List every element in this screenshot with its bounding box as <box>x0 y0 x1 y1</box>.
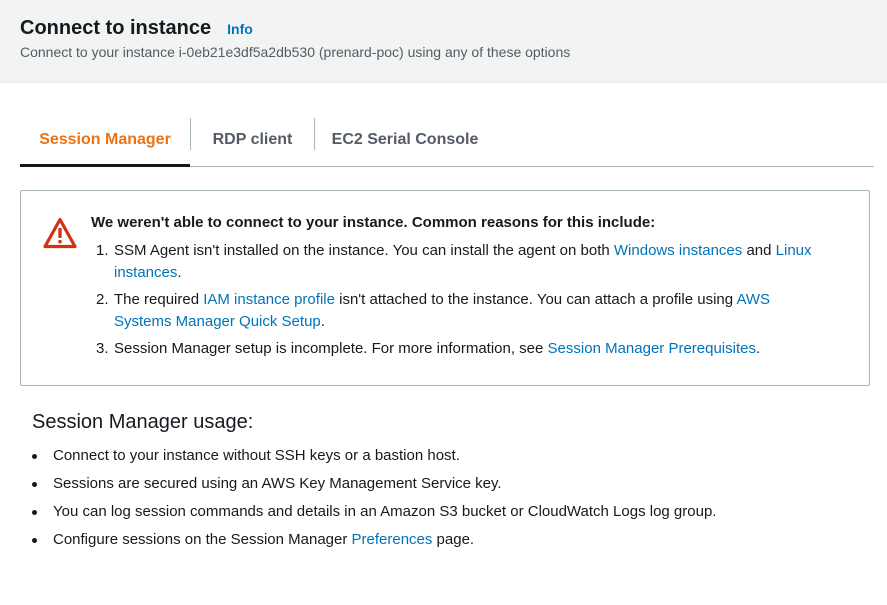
alert-reason-item: 1. SSM Agent isn't installed on the inst… <box>91 240 831 284</box>
reason-text: Session Manager setup is incomplete. For… <box>114 340 548 357</box>
alert-title: We weren't able to connect to your insta… <box>91 214 656 231</box>
reason-text: isn't attached to the instance. You can … <box>334 291 737 308</box>
title-row: Connect to instance Info <box>20 17 253 40</box>
reason-text: and <box>742 242 776 259</box>
connection-error-alert: We weren't able to connect to your insta… <box>20 190 870 386</box>
page-header: Connect to instance Info Connect to your… <box>0 0 887 83</box>
usage-item: You can log session commands and details… <box>32 501 852 523</box>
tab-session-manager[interactable]: Session Manager <box>20 114 190 167</box>
usage-heading: Session Manager usage: <box>32 411 254 433</box>
usage-text: Configure sessions on the Session Manage… <box>53 531 352 548</box>
tab-rdp-client[interactable]: RDP client <box>191 114 314 165</box>
session-manager-prerequisites-link[interactable]: Session Manager Prerequisites <box>548 340 756 357</box>
reason-text: The required <box>114 291 204 308</box>
reason-text: . <box>756 340 761 357</box>
list-number: 3. <box>96 340 109 357</box>
tab-ec2-serial-console[interactable]: EC2 Serial Console <box>315 114 495 165</box>
usage-item: Sessions are secured using an AWS Key Ma… <box>32 473 852 495</box>
reason-text: . <box>177 264 182 281</box>
reason-text: . <box>320 313 325 330</box>
connection-tabs: Session Manager RDP client EC2 Serial Co… <box>20 114 874 167</box>
page-subtitle: Connect to your instance i-0eb21e3df5a2d… <box>20 44 571 60</box>
list-number: 2. <box>96 291 109 308</box>
usage-item: Connect to your instance without SSH key… <box>32 445 852 467</box>
iam-instance-profile-link[interactable]: IAM instance profile <box>203 291 335 308</box>
alert-reasons-list: 1. SSM Agent isn't installed on the inst… <box>91 240 831 365</box>
usage-list: Connect to your instance without SSH key… <box>32 445 852 557</box>
preferences-link[interactable]: Preferences <box>352 531 433 548</box>
usage-text: page. <box>432 531 475 548</box>
windows-instances-link[interactable]: Windows instances <box>614 242 742 259</box>
page-title: Connect to instance <box>20 17 212 39</box>
warning-triangle-icon <box>43 217 77 249</box>
usage-item: Configure sessions on the Session Manage… <box>32 529 852 551</box>
info-link[interactable]: Info <box>227 21 253 37</box>
alert-reason-item: 3. Session Manager setup is incomplete. … <box>91 338 831 360</box>
alert-reason-item: 2. The required IAM instance profile isn… <box>91 289 831 333</box>
list-number: 1. <box>96 242 109 259</box>
reason-text: SSM Agent isn't installed on the instanc… <box>114 242 614 259</box>
